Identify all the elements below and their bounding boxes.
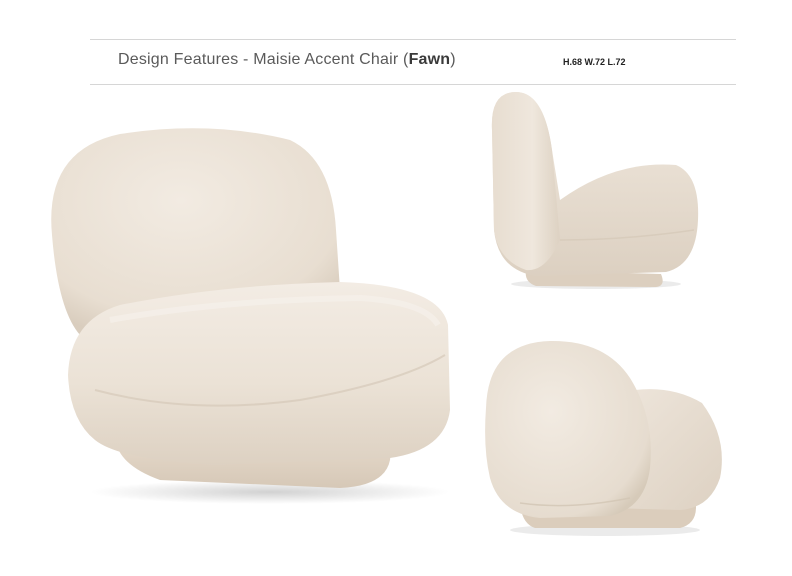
chair-photo-rear xyxy=(480,338,730,538)
chair-photo-main xyxy=(40,120,460,510)
title-prefix: Design Features - Maisie Accent Chair ( xyxy=(118,51,409,68)
page-title: Design Features - Maisie Accent Chair (F… xyxy=(118,51,456,69)
chair-photo-side xyxy=(486,90,706,290)
header-top-rule xyxy=(90,39,736,40)
title-suffix: ) xyxy=(450,51,456,68)
header-bottom-rule xyxy=(90,84,736,85)
dimensions-label: H.68 W.72 L.72 xyxy=(563,57,626,67)
title-variant: Fawn xyxy=(408,51,451,68)
